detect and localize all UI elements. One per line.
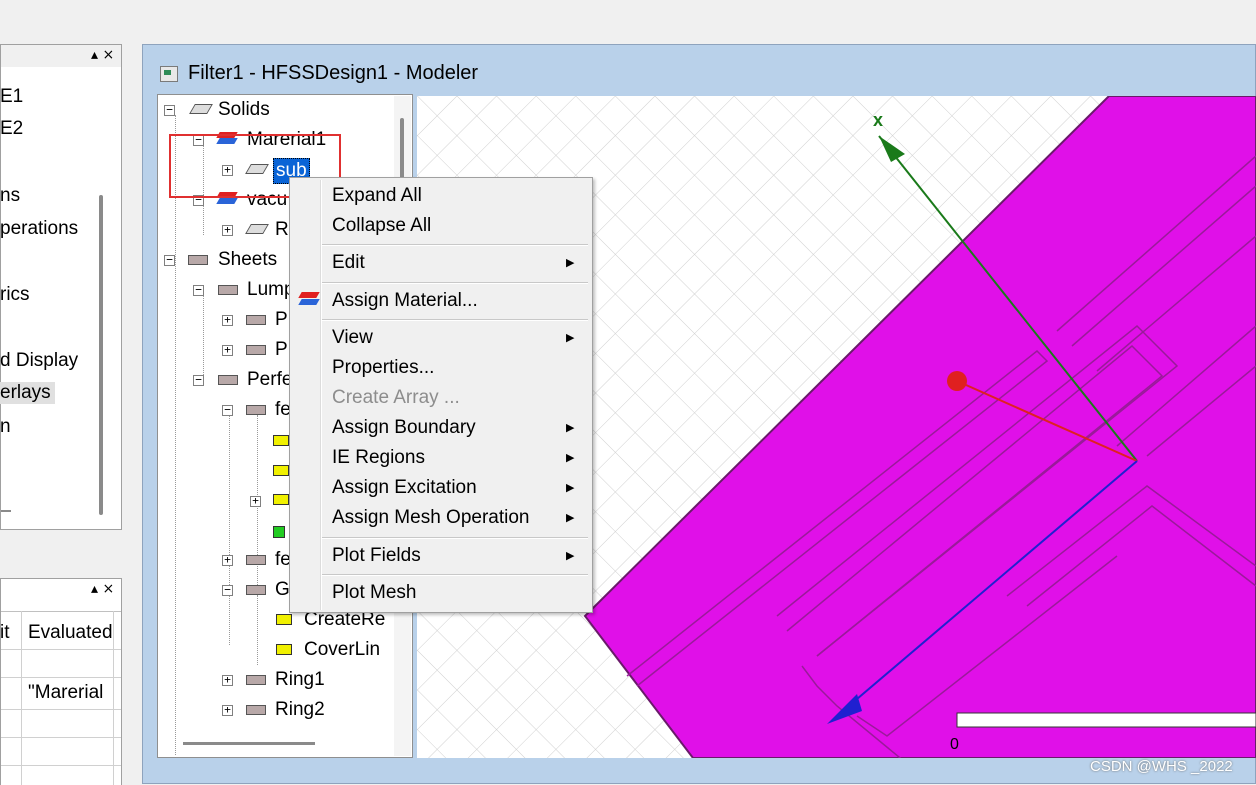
sheet-icon bbox=[246, 315, 266, 325]
menu-separator bbox=[322, 319, 588, 321]
collapse-icon[interactable]: − bbox=[193, 284, 204, 296]
sheet-icon bbox=[246, 675, 266, 685]
cover-lines-icon bbox=[276, 644, 292, 655]
polyline-icon bbox=[273, 494, 289, 505]
sheet-icon bbox=[246, 345, 266, 355]
project-item[interactable]: ns bbox=[0, 185, 20, 207]
rectangle-icon bbox=[273, 435, 289, 446]
menu-item-assign-boundary[interactable]: Assign Boundary bbox=[332, 415, 476, 441]
sheet-icon bbox=[246, 585, 266, 595]
expand-icon[interactable]: + bbox=[250, 495, 261, 507]
sheet-icon bbox=[246, 405, 266, 415]
submenu-arrow-icon: ▶ bbox=[566, 331, 575, 344]
z-axis-origin-dot bbox=[947, 371, 967, 391]
menu-separator bbox=[322, 574, 588, 576]
panel-pin-close-icon[interactable]: ▴ × bbox=[91, 47, 114, 63]
context-menu: Expand All Collapse All Edit ▶ Assign Ma… bbox=[289, 177, 593, 613]
window-icon bbox=[160, 66, 178, 82]
sheet-icon bbox=[246, 705, 266, 715]
assign-material-icon bbox=[298, 292, 320, 306]
project-item[interactable]: n bbox=[0, 416, 11, 438]
scale-zero-label: 0 bbox=[950, 736, 959, 753]
menu-separator bbox=[322, 282, 588, 284]
project-panel-hscroll[interactable] bbox=[1, 510, 11, 512]
menu-separator bbox=[322, 244, 588, 246]
watermark-text: CSDN @WHS _2022 bbox=[1090, 758, 1233, 775]
menu-item-assign-material[interactable]: Assign Material... bbox=[332, 288, 478, 314]
expand-icon[interactable]: + bbox=[222, 314, 233, 326]
menu-item-plot-mesh[interactable]: Plot Mesh bbox=[332, 580, 416, 606]
rectangle-icon bbox=[273, 465, 289, 476]
menu-item-ie-regions[interactable]: IE Regions bbox=[332, 445, 425, 471]
panel-pin-close-icon[interactable]: ▴ × bbox=[91, 581, 114, 597]
sheet-icon bbox=[218, 285, 238, 295]
expand-icon[interactable]: + bbox=[222, 704, 233, 716]
project-item[interactable]: E1 bbox=[0, 86, 23, 108]
submenu-arrow-icon: ▶ bbox=[566, 481, 575, 494]
expand-icon[interactable]: + bbox=[222, 554, 233, 566]
project-item[interactable]: E2 bbox=[0, 118, 23, 140]
submenu-arrow-icon: ▶ bbox=[566, 256, 575, 269]
sheet-icon bbox=[218, 375, 238, 385]
tree-horizontal-scroll-thumb[interactable] bbox=[183, 742, 315, 745]
cover-icon bbox=[273, 526, 285, 538]
menu-item-view[interactable]: View bbox=[332, 325, 373, 351]
tree-node-port[interactable]: P bbox=[275, 338, 288, 362]
menu-item-assign-excitation[interactable]: Assign Excitation bbox=[332, 475, 477, 501]
project-item[interactable]: perations bbox=[0, 218, 78, 240]
collapse-icon[interactable]: − bbox=[164, 104, 175, 116]
collapse-icon[interactable]: − bbox=[164, 254, 175, 266]
menu-item-assign-mesh-operation[interactable]: Assign Mesh Operation bbox=[332, 505, 530, 531]
submenu-arrow-icon: ▶ bbox=[566, 451, 575, 464]
tree-node-g[interactable]: G bbox=[275, 578, 290, 602]
menu-item-plot-fields[interactable]: Plot Fields bbox=[332, 543, 421, 569]
collapse-icon[interactable]: − bbox=[222, 404, 233, 416]
tree-node-cover-lines[interactable]: CoverLin bbox=[304, 638, 380, 662]
scale-bar bbox=[956, 712, 1256, 728]
table-column-header[interactable]: it bbox=[0, 622, 10, 644]
menu-separator bbox=[322, 537, 588, 539]
table-column-header[interactable]: Evaluated bbox=[28, 622, 113, 644]
tree-node-perfe[interactable]: Perfe bbox=[247, 368, 292, 392]
tree-node-ring2[interactable]: Ring2 bbox=[275, 698, 325, 722]
collapse-icon[interactable]: − bbox=[222, 584, 233, 596]
rectangle-icon bbox=[276, 614, 292, 625]
submenu-arrow-icon: ▶ bbox=[566, 549, 575, 562]
sheet-icon bbox=[188, 255, 208, 265]
menu-item-collapse-all[interactable]: Collapse All bbox=[332, 213, 431, 239]
project-item-selected[interactable]: erlays bbox=[0, 382, 55, 404]
tree-node-port[interactable]: P bbox=[275, 308, 288, 332]
collapse-icon[interactable]: − bbox=[193, 374, 204, 386]
expand-icon[interactable]: + bbox=[222, 674, 233, 686]
tree-node-ring1[interactable]: Ring1 bbox=[275, 668, 325, 692]
expand-icon[interactable]: + bbox=[222, 224, 233, 236]
submenu-arrow-icon: ▶ bbox=[566, 421, 575, 434]
tree-node-region[interactable]: R bbox=[275, 218, 289, 242]
tree-node-solids[interactable]: Solids bbox=[218, 98, 270, 122]
sheet-icon bbox=[246, 555, 266, 565]
tree-node-lump[interactable]: Lump bbox=[247, 278, 295, 302]
menu-item-edit[interactable]: Edit bbox=[332, 250, 365, 276]
window-title: Filter1 - HFSSDesign1 - Modeler bbox=[188, 62, 479, 84]
menu-item-create-array: Create Array ... bbox=[332, 387, 460, 408]
menu-item-properties[interactable]: Properties... bbox=[332, 355, 434, 381]
menu-item-expand-all[interactable]: Expand All bbox=[332, 183, 422, 209]
axis-x-label: x bbox=[873, 110, 884, 130]
expand-icon[interactable]: + bbox=[222, 344, 233, 356]
table-cell-evaluated[interactable]: "Marerial bbox=[28, 682, 112, 704]
project-item[interactable]: rics bbox=[0, 284, 30, 306]
submenu-arrow-icon: ▶ bbox=[566, 511, 575, 524]
project-panel-scroll-thumb[interactable] bbox=[99, 195, 103, 515]
tree-node-sheets[interactable]: Sheets bbox=[218, 248, 277, 272]
project-item[interactable]: d Display bbox=[0, 350, 78, 372]
